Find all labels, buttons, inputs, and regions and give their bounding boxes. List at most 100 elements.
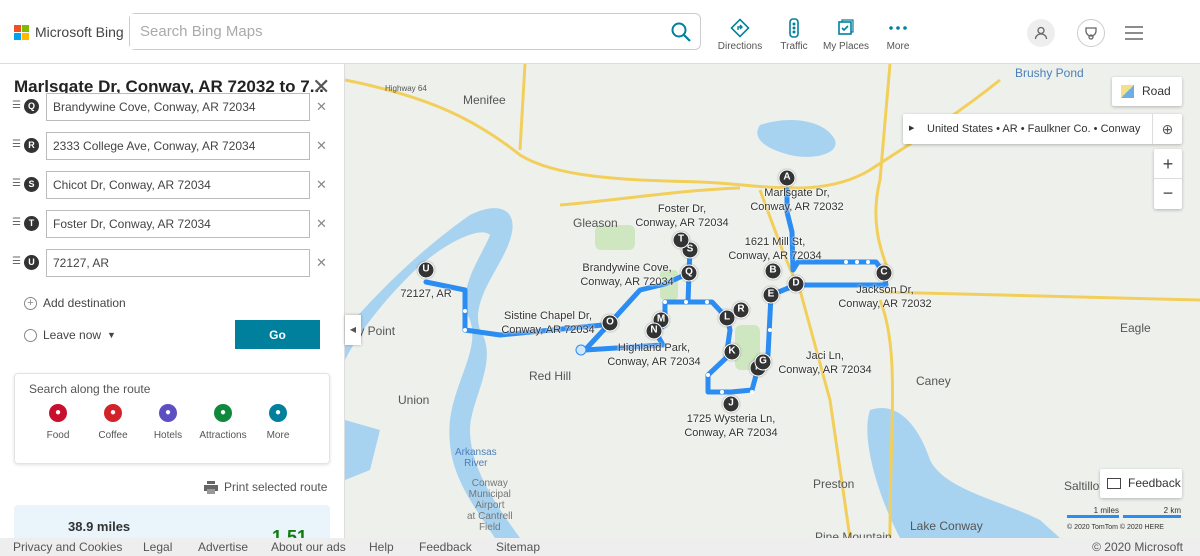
drag-handle-icon[interactable]: ☰: [12, 217, 21, 228]
waypoint-label: Foster Dr, Conway, AR 72034: [635, 203, 729, 229]
print-label: Print selected route: [224, 480, 328, 494]
route-vertex[interactable]: [684, 300, 688, 304]
waypoint-label: Marlsgate Dr, Conway, AR 72032: [750, 187, 844, 213]
location-breadcrumb[interactable]: ▶ United States • AR • Faulkner Co. • Con…: [903, 114, 1182, 144]
add-destination-button[interactable]: + Add destination: [24, 296, 126, 310]
directions-button[interactable]: Directions: [710, 18, 770, 52]
category-label: More: [266, 430, 290, 441]
route-vertex[interactable]: [844, 260, 848, 264]
waypoint-marker-d[interactable]: D: [787, 275, 805, 293]
route-vertex[interactable]: [463, 309, 467, 313]
search-category-food[interactable]: ● Food: [28, 404, 88, 441]
waypoint-marker-c[interactable]: C: [875, 264, 893, 282]
zoom-controls: + −: [1154, 149, 1182, 209]
waypoint-input[interactable]: Foster Dr, Conway, AR 72034: [46, 210, 310, 238]
remove-waypoint-icon[interactable]: ✕: [316, 216, 327, 232]
waypoint-marker-g[interactable]: G: [754, 353, 772, 371]
drag-handle-icon[interactable]: ☰: [12, 178, 21, 189]
more-button[interactable]: More: [868, 18, 928, 52]
route-vertex[interactable]: [463, 328, 467, 332]
directions-label: Directions: [717, 41, 763, 52]
search-icon[interactable]: [670, 21, 692, 43]
route-summary[interactable]: 38.9 miles 1 51: [14, 505, 330, 538]
my-places-button[interactable]: My Places: [816, 18, 876, 52]
footer-link[interactable]: Legal: [143, 540, 172, 554]
footer-link[interactable]: Sitemap: [496, 540, 540, 554]
search-input[interactable]: [130, 14, 650, 49]
waypoint-marker-n[interactable]: N: [645, 322, 663, 340]
search-category-hotels[interactable]: ● Hotels: [138, 404, 198, 441]
footer-link[interactable]: Feedback: [419, 540, 472, 554]
food-icon: ●: [49, 404, 67, 422]
map-style-button[interactable]: Road: [1112, 77, 1182, 106]
waypoint-marker-q[interactable]: Q: [680, 264, 698, 282]
waypoint-marker-e[interactable]: E: [762, 286, 780, 304]
zoom-out-button[interactable]: −: [1154, 179, 1182, 209]
remove-waypoint-icon[interactable]: ✕: [316, 138, 327, 154]
place-label: Red Hill: [529, 369, 572, 383]
map-canvas[interactable]: Menifee Brushy Pond Gleason ony Point Red Hi…: [345, 64, 1200, 538]
traffic-button[interactable]: Traffic: [764, 18, 824, 52]
waypoint-marker-j[interactable]: J: [722, 395, 740, 413]
route-vertex[interactable]: [855, 260, 859, 264]
attractions-icon: ●: [214, 404, 232, 422]
drag-handle-icon[interactable]: ☰: [12, 139, 21, 150]
waypoint-label: 72127, AR: [400, 288, 452, 300]
waypoint-row: ☰ T Foster Dr, Conway, AR 72034 ✕: [12, 210, 332, 238]
breadcrumb-text: United States • AR • Faulkner Co. • Conw…: [927, 123, 1141, 135]
place-label: Caney: [916, 374, 951, 388]
route-vertex[interactable]: [705, 300, 709, 304]
route-distance: 38.9 miles: [68, 519, 131, 534]
waypoint-marker-k[interactable]: K: [723, 343, 741, 361]
waypoint-input[interactable]: Chicot Dr, Conway, AR 72034: [46, 171, 310, 199]
remove-waypoint-icon[interactable]: ✕: [316, 99, 327, 115]
hotel-icon: ●: [159, 404, 177, 422]
drag-handle-icon[interactable]: ☰: [12, 100, 21, 111]
waypoint-marker-b[interactable]: B: [764, 262, 782, 280]
remove-waypoint-icon[interactable]: ✕: [316, 177, 327, 193]
search-category-attractions[interactable]: ● Attractions: [193, 404, 253, 441]
search-category-more[interactable]: ● More: [248, 404, 308, 441]
place-label: Union: [398, 393, 430, 407]
brand-name: Microsoft Bing: [35, 24, 124, 40]
waypoint-input[interactable]: 72127, AR: [46, 249, 310, 277]
waypoint-marker-r[interactable]: R: [732, 301, 750, 319]
map-style-label: Road: [1142, 84, 1171, 98]
route-vertex[interactable]: [866, 260, 870, 264]
route-vertex[interactable]: [720, 390, 724, 394]
remove-waypoint-icon[interactable]: ✕: [316, 255, 327, 271]
waypoint-marker-o[interactable]: O: [601, 314, 619, 332]
waypoint-input[interactable]: 2333 College Ave, Conway, AR 72034: [46, 132, 310, 160]
feedback-button[interactable]: Feedback: [1100, 469, 1182, 498]
category-label: Food: [46, 430, 70, 441]
waypoint-marker-a[interactable]: A: [778, 169, 796, 187]
footer-link[interactable]: Advertise: [198, 540, 248, 554]
hamburger-menu-icon[interactable]: [1125, 26, 1143, 40]
route-waypoint-dot[interactable]: [575, 344, 587, 356]
rewards-button[interactable]: [1077, 19, 1105, 47]
place-label: Saltillo: [1064, 479, 1100, 493]
leave-now-dropdown[interactable]: Leave now ▼: [24, 328, 116, 342]
go-button[interactable]: Go: [235, 320, 320, 349]
search-category-coffee[interactable]: ● Coffee: [83, 404, 143, 441]
print-route-button[interactable]: Print selected route: [204, 480, 327, 494]
drag-handle-icon[interactable]: ☰: [12, 256, 21, 267]
footer-link[interactable]: Help: [369, 540, 394, 554]
footer-link[interactable]: Privacy and Cookies: [13, 540, 122, 554]
top-bar: Microsoft Bing Directions Traffic My Pla…: [0, 0, 1200, 64]
waypoint-input[interactable]: Brandywine Cove, Conway, AR 72034: [46, 93, 310, 121]
waypoint-marker-t[interactable]: T: [672, 231, 690, 249]
route-vertex[interactable]: [768, 328, 772, 332]
locate-me-icon[interactable]: ⊕: [1152, 114, 1182, 144]
waypoint-marker-u[interactable]: U: [417, 261, 435, 279]
place-label: Conway Municipal Airport at Cantrell Fie…: [467, 478, 513, 533]
account-button[interactable]: [1027, 19, 1055, 47]
place-label: Eagle: [1120, 321, 1151, 335]
zoom-in-button[interactable]: +: [1154, 149, 1182, 179]
bing-logo[interactable]: Microsoft Bing: [14, 24, 124, 40]
collapse-panel-button[interactable]: ◀: [345, 315, 361, 345]
route-vertex[interactable]: [663, 300, 667, 304]
footer-link[interactable]: About our ads: [271, 540, 346, 554]
route-vertex[interactable]: [706, 373, 710, 377]
route-vertex[interactable]: [750, 390, 754, 394]
